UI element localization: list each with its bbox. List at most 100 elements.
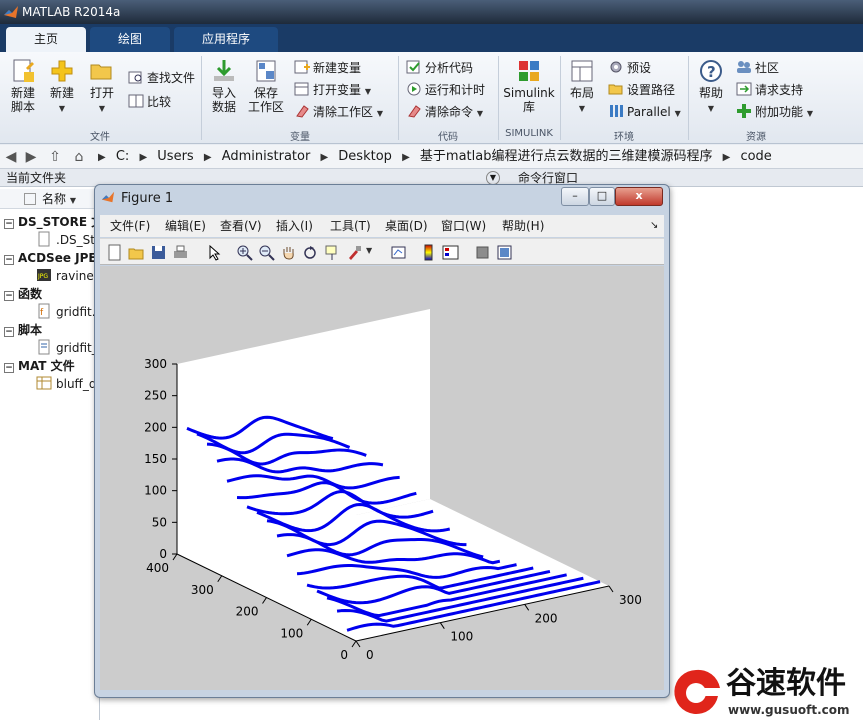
request-support-icon (736, 82, 752, 96)
file-group[interactable]: − ACDSee JPEG (4, 249, 106, 267)
collapse-icon[interactable]: − (4, 291, 14, 301)
print-icon[interactable] (172, 244, 189, 261)
tab-apps[interactable]: 应用程序 (174, 27, 278, 52)
list-item[interactable]: bluff_d (36, 375, 96, 393)
list-item[interactable]: .DS_St (36, 231, 95, 249)
breadcrumb-item[interactable]: Administrator (222, 149, 311, 164)
colorbar-icon[interactable] (420, 244, 437, 261)
open-variable-dropdown-icon[interactable]: ▼ (365, 87, 371, 96)
run-and-time-button[interactable]: 运行和计时 (406, 80, 485, 100)
simulink-library-button[interactable]: Simulink 库 (503, 58, 555, 114)
forward-icon[interactable]: ▶ (22, 148, 40, 166)
new-script-icon (13, 59, 34, 82)
collapse-icon[interactable]: − (4, 327, 14, 337)
breadcrumb-item[interactable]: code (740, 149, 771, 164)
open-dropdown-icon[interactable]: ▼ (99, 104, 105, 113)
dock-arrow-icon[interactable]: ↘ (650, 217, 658, 235)
compare-button[interactable]: 比较 (128, 92, 171, 112)
file-group[interactable]: − 脚本 (4, 321, 42, 339)
clear-workspace-dropdown-icon[interactable]: ▼ (377, 109, 383, 118)
save-workspace-button[interactable]: 保存 工作区 (246, 58, 286, 114)
tab-home[interactable]: 主页 (6, 27, 86, 52)
add-ons-dropdown-icon[interactable]: ▼ (807, 109, 813, 118)
open-variable-button[interactable]: 打开变量 ▼ (294, 80, 371, 100)
panel-menu-icon[interactable]: ▼ (486, 171, 500, 185)
request-support-button[interactable]: 请求支持 (736, 80, 803, 100)
collapse-icon[interactable]: − (4, 255, 14, 265)
open-file-icon[interactable] (128, 244, 145, 261)
brush-dropdown-icon[interactable]: ▼ (366, 246, 374, 263)
zoom-in-icon[interactable] (236, 244, 253, 261)
back-icon[interactable]: ◀ (2, 148, 20, 166)
pan-hand-icon[interactable] (280, 244, 297, 261)
menu-edit[interactable]: 编辑(E) (165, 217, 206, 235)
list-item[interactable]: f gridfit. (36, 303, 96, 321)
new-dropdown-icon[interactable]: ▼ (59, 104, 65, 113)
file-group[interactable]: − 函数 (4, 285, 42, 303)
tab-plots[interactable]: 绘图 (90, 27, 170, 52)
breadcrumb-item[interactable]: 基于matlab编程进行点云数据的三维建模源码程序 (420, 149, 713, 164)
list-item[interactable]: JPG ravine. (36, 267, 98, 285)
help-dropdown-icon[interactable]: ▼ (708, 104, 714, 113)
community-button[interactable]: 社区 (736, 58, 779, 78)
new-variable-button[interactable]: 新建变量 (294, 58, 361, 78)
menu-window[interactable]: 窗口(W) (441, 217, 486, 235)
x-tick-mark (439, 622, 445, 629)
list-item[interactable]: gridfit_ (36, 339, 98, 357)
figure-canvas[interactable]: 0 100 200 300 0 100 200 300 400 0 50 100 150 200 250 30… (100, 266, 664, 690)
breadcrumb-item[interactable]: Users (157, 149, 193, 164)
maximize-button[interactable]: □ (589, 187, 615, 206)
breadcrumb-item[interactable]: C: (116, 149, 129, 164)
menu-view[interactable]: 查看(V) (220, 217, 262, 235)
layout-dropdown-icon[interactable]: ▼ (579, 104, 585, 113)
close-button[interactable]: x (615, 187, 663, 206)
up-folder-icon[interactable]: ⇧ (46, 148, 64, 166)
menu-insert[interactable]: 插入(I) (276, 217, 313, 235)
new-button[interactable]: 新建 ▼ (46, 58, 78, 116)
compare-label: 比较 (147, 95, 172, 109)
new-figure-icon[interactable] (106, 244, 123, 261)
set-path-button[interactable]: 设置路径 (608, 80, 675, 100)
analyze-code-button[interactable]: 分析代码 (406, 58, 473, 78)
brush-icon[interactable] (346, 244, 363, 261)
name-column-header[interactable]: 名称 ▼ (0, 189, 100, 209)
add-ons-button[interactable]: 附加功能 ▼ (736, 102, 813, 122)
preferences-button[interactable]: 预设 (608, 58, 651, 78)
clear-commands-button[interactable]: 清除命令 ▼ (406, 102, 483, 122)
parallel-button[interactable]: Parallel ▼ (608, 102, 681, 122)
show-plot-tools-icon[interactable] (496, 244, 513, 261)
menu-file[interactable]: 文件(F) (110, 217, 150, 235)
pointer-icon[interactable] (206, 244, 223, 261)
simulink-library-label: Simulink 库 (503, 86, 555, 114)
collapse-icon[interactable]: − (4, 219, 14, 229)
legend-icon[interactable] (442, 244, 459, 261)
clear-commands-dropdown-icon[interactable]: ▼ (477, 109, 483, 118)
minimize-button[interactable]: – (561, 187, 589, 206)
folder-open-icon (90, 64, 112, 80)
help-button[interactable]: ? 帮助 ▼ (694, 58, 728, 116)
menu-help[interactable]: 帮助(H) (502, 217, 544, 235)
rotate-3d-icon[interactable] (302, 244, 319, 261)
browse-folder-icon[interactable]: ⌂ (70, 148, 88, 166)
menu-desktop[interactable]: 桌面(D) (385, 217, 428, 235)
menu-tools[interactable]: 工具(T) (330, 217, 371, 235)
new-script-button[interactable]: 新建 脚本 (6, 58, 40, 114)
set-path-icon (608, 84, 623, 95)
link-plot-icon[interactable] (390, 244, 407, 261)
open-button[interactable]: 打开 ▼ (86, 58, 118, 116)
import-data-button[interactable]: 导入 数据 (206, 58, 242, 114)
file-group[interactable]: − MAT 文件 (4, 357, 75, 375)
save-icon[interactable] (150, 244, 167, 261)
hide-plot-tools-icon[interactable] (474, 244, 491, 261)
layout-button[interactable]: 布局 ▼ (566, 58, 598, 116)
clear-workspace-button[interactable]: 清除工作区 ▼ (294, 102, 383, 122)
file-group[interactable]: − DS_STORE 文 (4, 213, 103, 231)
find-files-button[interactable]: 查找文件 (128, 68, 195, 88)
collapse-icon[interactable]: − (4, 363, 14, 373)
parallel-dropdown-icon[interactable]: ▼ (675, 109, 681, 118)
breadcrumb-item[interactable]: Desktop (338, 149, 392, 164)
new-variable-label: 新建变量 (313, 61, 362, 75)
data-cursor-icon[interactable] (324, 244, 341, 261)
zoom-out-icon[interactable] (258, 244, 275, 261)
plot-3d[interactable]: 0100200300010020030040005010015020025030… (100, 266, 664, 690)
